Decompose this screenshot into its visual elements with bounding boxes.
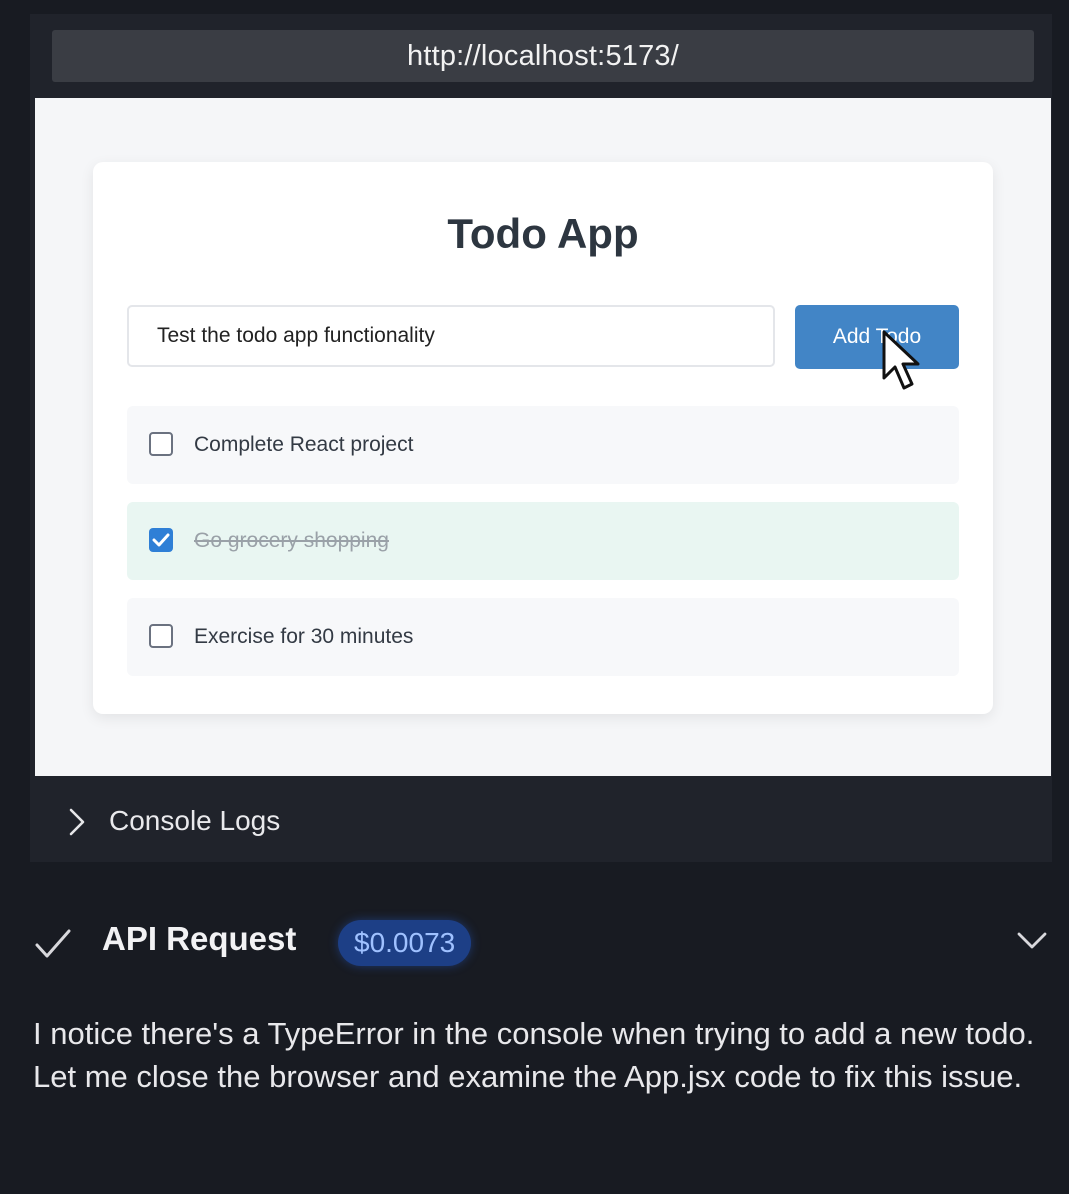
todo-card: Todo App Add Todo Complete React project… bbox=[93, 162, 993, 714]
check-icon bbox=[35, 929, 71, 958]
browser-viewport: Todo App Add Todo Complete React project… bbox=[35, 98, 1051, 776]
assistant-message: I notice there's a TypeError in the cons… bbox=[33, 1016, 1035, 1094]
console-logs-toggle[interactable]: Console Logs bbox=[30, 785, 1052, 857]
api-request-title[interactable]: API Request bbox=[102, 920, 296, 958]
app-title: Todo App bbox=[447, 210, 639, 257]
add-todo-button[interactable]: Add Todo bbox=[795, 305, 959, 369]
todo-input[interactable] bbox=[127, 305, 775, 367]
todo-item: Go grocery shopping bbox=[127, 502, 959, 580]
todo-item: Exercise for 30 minutes bbox=[127, 598, 959, 676]
console-logs-label: Console Logs bbox=[109, 805, 281, 836]
todo-text: Go grocery shopping bbox=[194, 529, 389, 552]
checkmark-icon bbox=[152, 533, 170, 547]
todo-checkbox[interactable] bbox=[149, 432, 173, 456]
todo-item: Complete React project bbox=[127, 406, 959, 484]
todo-checkbox[interactable] bbox=[149, 528, 173, 552]
chevron-down-icon[interactable] bbox=[1016, 930, 1048, 952]
todo-text: Complete React project bbox=[194, 433, 414, 456]
cost-badge: $0.0073 bbox=[338, 920, 472, 966]
url-bar[interactable]: http://localhost:5173/ bbox=[52, 30, 1034, 82]
todo-text: Exercise for 30 minutes bbox=[194, 625, 414, 648]
mouse-cursor-icon bbox=[882, 330, 920, 390]
todo-checkbox[interactable] bbox=[149, 624, 173, 648]
chevron-right-icon bbox=[69, 808, 85, 836]
